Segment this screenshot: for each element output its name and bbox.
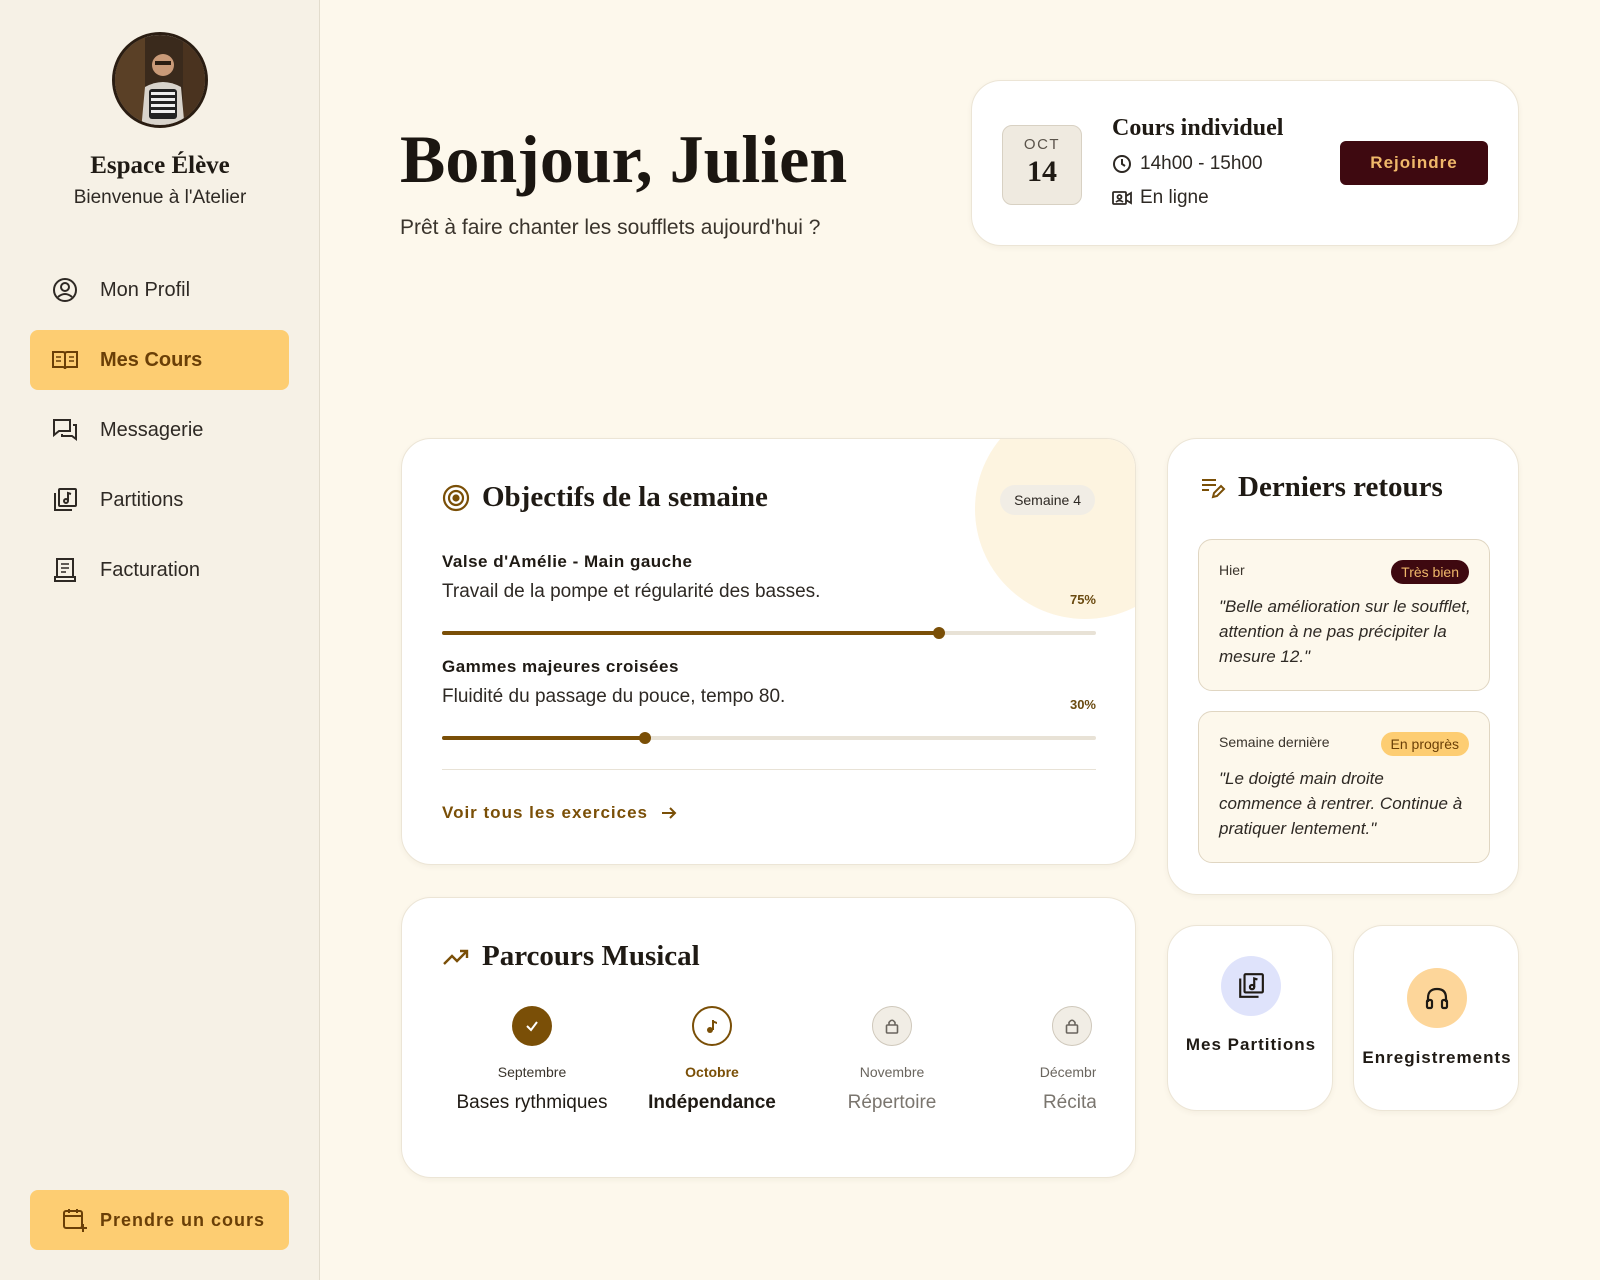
lesson-time-row: 14h00 - 15h00 [1112,153,1263,175]
goal-progress-knob [638,732,651,744]
next-lesson-card: OCT 14 Cours individuel 14h00 - 15h00 En… [971,80,1519,246]
feedback-date: Hier [1219,562,1245,578]
journey-card: Parcours Musical Septembre Bases rythmiq… [401,897,1136,1178]
arrow-right-icon [660,804,678,822]
sidebar-item-label: Partitions [100,488,184,511]
trending-up-icon [442,946,470,968]
sidebar-item-mon-profil[interactable]: Mon Profil [30,260,289,320]
sidebar-item-label: Mes Cours [100,348,203,371]
sidebar-title: Espace Élève [90,152,230,179]
goal-progress-bar [442,627,1096,639]
sidebar-item-mes-cours[interactable]: Mes Cours [30,330,289,390]
receipt-icon [50,555,80,585]
sidebar-item-label: Messagerie [100,418,204,441]
view-all-exercises-label: Voir tous les exercices [442,803,649,822]
avatar[interactable] [112,32,208,128]
journey-step[interactable]: Novembre Répertoire [802,1006,982,1114]
journey-steps: Septembre Bases rythmiques Octobre Indép… [442,1006,1096,1126]
calendar-add-icon [62,1207,88,1233]
goal-description: Travail de la pompe et régularité des ba… [442,581,821,602]
objectives-title: Objectifs de la semaine [482,481,768,513]
step-label: Récital [1042,1092,1096,1113]
join-button[interactable]: Rejoindre [1340,141,1488,185]
goal-progress-knob [933,627,946,639]
goal-progress-bar [442,732,1096,744]
feedback-quote: "Belle amélioration sur le soufflet, att… [1219,597,1471,666]
headphones-icon [1407,968,1467,1028]
objectives-header: Objectifs de la semaine [442,481,768,514]
user-circle-icon [50,275,80,305]
journey-title: Parcours Musical [482,940,700,972]
journey-step[interactable]: Décembre Récital [982,1006,1096,1114]
feedback-item[interactable]: Semaine dernière En progrès "Le doigté m… [1198,711,1490,863]
feedback-badge: Très bien [1391,560,1469,584]
book-lesson-button[interactable]: Prendre un cours [30,1190,289,1250]
goal-name: Valse d'Amélie - Main gauche [442,552,693,571]
sheet-music-icon [1221,956,1281,1016]
recordings-tile[interactable]: Enregistrements [1353,925,1519,1111]
page-title: Bonjour, Julien [400,121,848,197]
goal-progress-fill [442,631,940,635]
sidebar-item-facturation[interactable]: Facturation [30,540,289,600]
feedback-card: Derniers retours Hier Très bien "Belle a… [1167,438,1519,895]
journey-step[interactable]: Septembre Bases rythmiques [442,1006,622,1114]
goal-progress-fill [442,736,645,740]
video-icon [1112,188,1134,208]
goal-item: Gammes majeures croisées Fluidité du pas… [442,657,1096,744]
lesson-day: 14 [1027,155,1057,188]
goal-description: Fluidité du passage du pouce, tempo 80. [442,686,786,707]
feedback-quote: "Le doigté main droite commence à rentre… [1219,769,1463,838]
page-subtitle: Prêt à faire chanter les soufflets aujou… [400,216,821,239]
my-scores-tile[interactable]: Mes Partitions [1167,925,1333,1111]
goal-item: Valse d'Amélie - Main gauche Travail de … [442,552,1096,639]
step-month: Novembre [859,1064,925,1080]
sheet-music-icon [50,485,80,515]
feedback-title: Derniers retours [1238,471,1443,503]
target-icon [442,484,470,512]
sidebar: Espace Élève Bienvenue à l'Atelier Mon P… [0,0,320,1280]
feedback-badge: En progrès [1380,732,1469,756]
lesson-month: OCT [1023,136,1061,153]
objectives-card: Objectifs de la semaine Semaine 4 Valse … [401,438,1136,865]
book-lesson-label: Prendre un cours [100,1209,266,1230]
feedback-date: Semaine dernière [1219,734,1330,750]
notes-edit-icon [1200,475,1226,501]
sidebar-subtitle: Bienvenue à l'Atelier [73,187,247,208]
goal-name: Gammes majeures croisées [442,657,679,676]
journey-step[interactable]: Octobre Indépendance [622,1006,802,1114]
step-label: Bases rythmiques [456,1092,608,1113]
goal-percent: 75% [1069,592,1096,607]
book-open-icon [50,345,80,375]
lock-icon [872,1006,912,1046]
step-label: Répertoire [847,1092,937,1113]
clock-icon [1112,154,1134,174]
step-label: Indépendance [648,1092,776,1113]
lesson-title: Cours individuel [1112,115,1284,141]
view-all-exercises-link[interactable]: Voir tous les exercices [442,803,678,823]
week-badge: Semaine 4 [1000,485,1095,515]
my-scores-label: Mes Partitions [1185,1035,1317,1054]
step-month: Octobre [685,1064,739,1080]
lesson-mode: En ligne [1140,187,1209,208]
recordings-label: Enregistrements [1362,1048,1512,1067]
goal-percent: 30% [1069,697,1096,712]
lesson-date: OCT 14 [1002,125,1082,205]
step-month: Décembre [1039,1064,1096,1080]
music-note-icon [692,1006,732,1046]
feedback-header: Derniers retours [1200,471,1443,504]
check-icon [512,1006,552,1046]
sidebar-item-label: Mon Profil [100,278,191,301]
step-month: Septembre [497,1064,567,1080]
lesson-mode-row: En ligne [1112,187,1209,209]
lock-icon [1052,1006,1092,1046]
sidebar-nav: Mon Profil Mes Cours Messagerie Partitio… [30,260,289,610]
sidebar-item-label: Facturation [100,558,201,581]
sidebar-item-messagerie[interactable]: Messagerie [30,400,289,460]
divider [442,769,1096,770]
lesson-time: 14h00 - 15h00 [1140,153,1263,174]
journey-header: Parcours Musical [442,940,700,973]
sidebar-item-partitions[interactable]: Partitions [30,470,289,530]
feedback-item[interactable]: Hier Très bien "Belle amélioration sur l… [1198,539,1490,691]
chat-icon [50,415,80,445]
